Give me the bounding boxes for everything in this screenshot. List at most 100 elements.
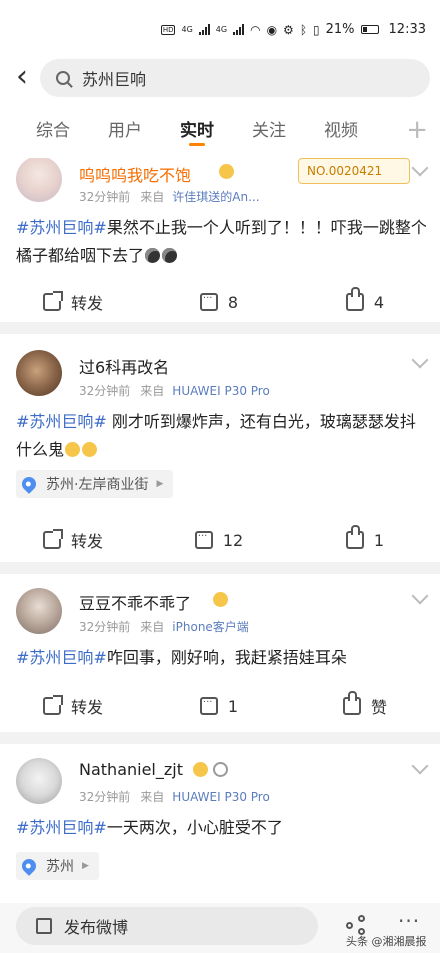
thumbs-up-icon (345, 287, 364, 311)
location-pin-icon (19, 856, 39, 876)
shocked-emoji-icon (65, 442, 81, 457)
battery-percent: 21% (325, 22, 355, 37)
repost-button[interactable]: 转发 (0, 520, 146, 560)
thumbs-up-icon (342, 691, 361, 715)
search-query: 苏州巨响 (82, 70, 147, 89)
clock-emoji-icon (213, 762, 228, 777)
comment-icon (199, 697, 218, 715)
battery-icon (360, 25, 379, 34)
signal2-text: 4G (215, 25, 228, 34)
post-time: 32分钟前 (79, 620, 131, 634)
post-source[interactable]: HUAWEI P30 Pro (172, 384, 270, 398)
post-username[interactable]: 过6科再改名 (79, 354, 169, 378)
post-text: 一天两次，小心脏受不了 (106, 818, 283, 837)
chevron-down-icon[interactable] (411, 757, 429, 775)
avatar[interactable] (16, 588, 62, 634)
post-card[interactable]: 豆豆不乖不乖了 32分钟前 来自 iPhone客户端 #苏州巨响#咋回事，刚好响，我… (0, 574, 440, 732)
tab-users[interactable]: 用户 (89, 104, 161, 158)
signal-icon (198, 24, 210, 35)
gear-icon: ⚙ (283, 22, 294, 37)
wifi-icon: ◠ (250, 22, 261, 37)
post-meta: 32分钟前 来自 许佳琪送的An... (79, 188, 260, 205)
search-input[interactable]: 苏州巨响 (40, 59, 430, 97)
heart-eyes-emoji-icon (219, 164, 234, 179)
shocked-emoji-icon (82, 442, 98, 457)
repost-label: 转发 (70, 698, 103, 717)
post-meta: 32分钟前 来自 HUAWEI P30 Pro (79, 382, 270, 399)
location-pin-icon (19, 474, 39, 494)
post-content[interactable]: #苏州巨响#咋回事，刚好响，我赶紧捂娃耳朵 (16, 644, 428, 672)
avatar[interactable] (16, 758, 62, 804)
post-meta: 32分钟前 来自 iPhone客户端 (79, 618, 249, 635)
post-source[interactable]: iPhone客户端 (172, 620, 249, 634)
post-from: 来自 (140, 384, 165, 398)
hashtag[interactable]: #苏州巨响# (16, 218, 107, 237)
post-from: 来自 (140, 790, 165, 804)
repost-icon (42, 529, 63, 549)
post-text: 咋回事，刚好响，我赶紧捂娃耳朵 (106, 648, 347, 667)
post-from: 来自 (140, 620, 165, 634)
post-content[interactable]: #苏州巨响#果然不止我一个人听到了！！！吓我一跳整个橘子都给咽下去了 (16, 214, 428, 270)
post-card[interactable]: Nathaniel_zjt 32分钟前 来自 HUAWEI P30 Pro #苏州巨… (0, 744, 440, 903)
tab-video[interactable]: 视频 (305, 104, 377, 158)
comment-button[interactable]: 8 (146, 282, 292, 322)
weibo-icon: ◉ (266, 22, 278, 37)
location-tag[interactable]: 苏州 ▶ (16, 852, 99, 880)
tab-comprehensive[interactable]: 综合 (17, 104, 89, 158)
like-button[interactable]: 1 (292, 520, 438, 560)
post-actions: 转发 8 4 (0, 282, 440, 322)
post-content[interactable]: #苏州巨响# 刚才听到爆炸声，还有白光，玻璃瑟瑟发抖什么鬼 (16, 408, 428, 464)
chevron-down-icon[interactable] (411, 159, 429, 177)
search-icon (56, 71, 70, 85)
tab-bar: 综合 用户 实时 关注 视频 + (0, 104, 440, 158)
add-tab-icon[interactable]: + (406, 117, 428, 143)
avatar[interactable] (16, 158, 62, 202)
post-content[interactable]: #苏州巨响#一天两次，小心脏受不了 (16, 814, 428, 842)
comment-count: 1 (227, 696, 239, 716)
post-actions: 转发 12 1 (0, 520, 440, 560)
clock: 12:33 (388, 22, 426, 37)
post-time: 32分钟前 (79, 190, 131, 204)
compose-button[interactable]: 发布微博 (16, 907, 318, 945)
post-username[interactable]: 豆豆不乖不乖了 (79, 590, 191, 614)
like-button[interactable]: 赞 (292, 686, 438, 726)
back-arrow-icon[interactable]: ‹ (8, 62, 36, 94)
hashtag[interactable]: #苏州巨响# (16, 412, 107, 431)
repost-button[interactable]: 转发 (0, 686, 146, 726)
location-name: 苏州·左岸商业街 (46, 477, 149, 493)
avatar[interactable] (16, 350, 62, 396)
location-tag[interactable]: 苏州·左岸商业街 ▶ (16, 470, 174, 498)
post-card[interactable]: 过6科再改名 32分钟前 来自 HUAWEI P30 Pro #苏州巨响# 刚才听到… (0, 334, 440, 562)
post-username[interactable]: 呜呜呜我吃不饱 (79, 162, 191, 186)
comment-button[interactable]: 12 (146, 520, 292, 560)
hashtag[interactable]: #苏州巨响# (16, 818, 107, 837)
chevron-right-icon: ▶ (156, 479, 164, 489)
watermark: 头条 @湘湘晨报 (346, 935, 427, 948)
hashtag[interactable]: #苏州巨响# (16, 648, 107, 667)
fan-badge: NO.0020421 (298, 158, 410, 184)
tab-follow[interactable]: 关注 (233, 104, 305, 158)
cute-emoji-icon (213, 592, 228, 607)
comment-icon (194, 531, 213, 549)
chevron-down-icon[interactable] (411, 587, 429, 605)
post-source[interactable]: HUAWEI P30 Pro (172, 790, 270, 804)
post-source[interactable]: 许佳琪送的An... (172, 190, 259, 204)
chevron-down-icon[interactable] (411, 351, 429, 369)
post-meta: 32分钟前 来自 HUAWEI P30 Pro (79, 788, 270, 805)
eyes-emoji-icon (145, 248, 161, 263)
repost-button[interactable]: 转发 (0, 282, 146, 322)
chevron-right-icon: ▶ (82, 861, 89, 871)
like-button[interactable]: 4 (292, 282, 438, 322)
feed-list: 呜呜呜我吃不饱 NO.0020421 32分钟前 来自 许佳琪送的An... #苏州… (0, 158, 440, 903)
post-username[interactable]: Nathaniel_zjt (79, 760, 183, 779)
like-label: 赞 (370, 698, 387, 717)
post-from: 来自 (140, 190, 165, 204)
more-icon[interactable]: ··· (398, 909, 420, 933)
post-card[interactable]: 呜呜呜我吃不饱 NO.0020421 32分钟前 来自 许佳琪送的An... #苏州… (0, 158, 440, 322)
comment-button[interactable]: 1 (146, 686, 292, 726)
cute-emoji-icon (193, 762, 208, 777)
eyes-emoji-icon (162, 248, 178, 263)
tab-realtime[interactable]: 实时 (161, 104, 233, 158)
bottom-bar: 发布微博 ··· 头条 @湘湘晨报 (0, 903, 440, 953)
vibrate-icon: ▯ (313, 22, 320, 37)
